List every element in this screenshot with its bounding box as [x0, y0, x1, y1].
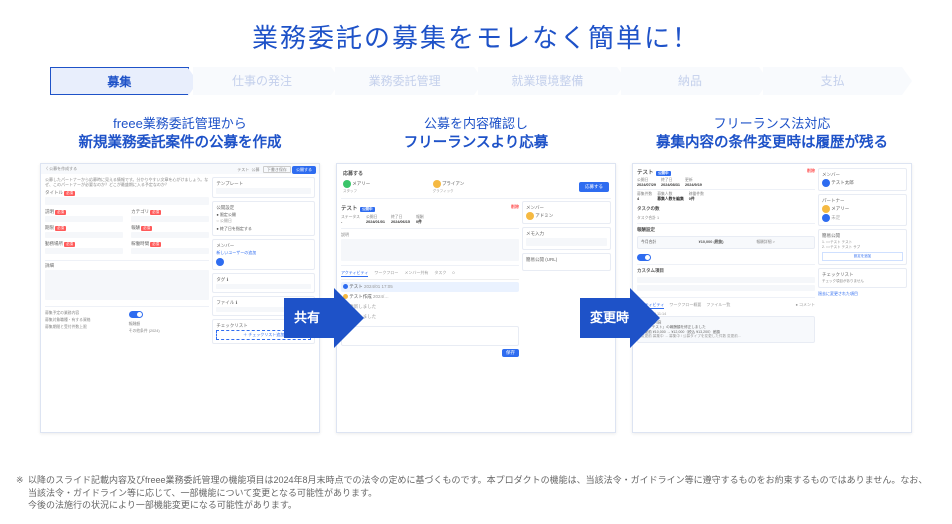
col1-sub: freee業務委託管理から	[40, 113, 320, 132]
arrow-change-label: 変更時	[590, 307, 629, 326]
step-6: 支払	[763, 67, 902, 95]
page-title: 業務委託の募集をモレなく簡単に！	[0, 0, 952, 67]
step-2: 仕事の発注	[193, 67, 332, 95]
screenshot-3: テスト 公開中 削除 公開日2024/07/29 終了日2024/08/31 更…	[632, 163, 912, 433]
arrow-share: 共有	[284, 288, 364, 348]
s1-header: 〈 公募を作成する テスト 公募 下書き保存 公開する	[41, 164, 319, 174]
col-3: フリーランス法対応 募集内容の条件変更時は履歴が残る テスト 公開中 削除 公開…	[632, 113, 912, 433]
col2-heading: フリーランスより応募	[336, 134, 616, 153]
footnote-line2: 今後の法施行の状況により一部機能変更になる可能性があります。	[28, 500, 297, 510]
step-3: 業務委託管理	[335, 67, 474, 95]
footnote: ※ 以降のスライド記載内容及びfreee業務委託管理の機能項目は2024年8月末…	[28, 474, 932, 512]
col3-sub: フリーランス法対応	[632, 113, 912, 132]
asterisk-icon: ※	[16, 474, 24, 487]
screenshot-1: 〈 公募を作成する テスト 公募 下書き保存 公開する 公募したパートナーから応…	[40, 163, 320, 433]
footnote-line1: 以降のスライド記載内容及びfreee業務委託管理の機能項目は2024年8月末時点…	[28, 475, 927, 498]
col3-heading: 募集内容の条件変更時は履歴が残る	[632, 134, 912, 153]
arrow-change: 変更時	[580, 288, 660, 348]
col-2: 公募を内容確認し フリーランスより応募 応募する メアリー スタッフ ブライアン…	[336, 113, 616, 433]
col2-sub: 公募を内容確認し	[336, 113, 616, 132]
columns: 共有 変更時 freee業務委託管理から 新規業務委託案件の公募を作成 〈 公募…	[0, 113, 952, 433]
arrow-share-label: 共有	[294, 307, 320, 326]
col1-heading: 新規業務委託案件の公募を作成	[40, 134, 320, 153]
step-1: 募集	[50, 67, 189, 95]
col-1: freee業務委託管理から 新規業務委託案件の公募を作成 〈 公募を作成する テ…	[40, 113, 320, 433]
step-chevrons: 募集 仕事の発注 業務委託管理 就業環境整備 納品 支払	[0, 67, 952, 113]
step-4: 就業環境整備	[478, 67, 617, 95]
screenshot-2: 応募する メアリー スタッフ ブライアン グラフィック 応募する	[336, 163, 616, 433]
step-5: 納品	[621, 67, 760, 95]
